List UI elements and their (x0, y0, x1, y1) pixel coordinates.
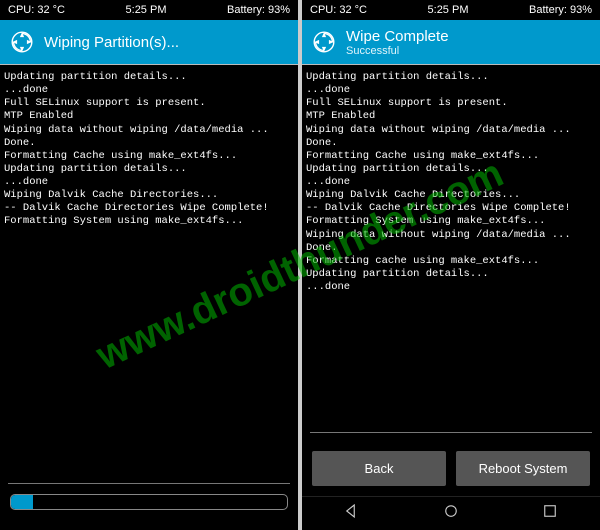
phone-right-complete: CPU: 32 °C 5:25 PM Battery: 93% Wipe Com… (302, 0, 600, 530)
nav-recent-icon[interactable] (541, 502, 559, 525)
phone-left-wiping: CPU: 32 °C 5:25 PM Battery: 93% Wiping P… (0, 0, 298, 530)
divider (8, 483, 290, 484)
nav-home-icon[interactable] (442, 502, 460, 525)
status-time: 5:25 PM (126, 4, 167, 16)
terminal-output: Updating partition details... ...done Fu… (302, 65, 600, 432)
header: Wipe Complete Successful (302, 20, 600, 64)
android-navbar (302, 496, 600, 530)
status-time: 5:25 PM (428, 4, 469, 16)
status-cpu: CPU: 32 °C (8, 4, 65, 16)
statusbar: CPU: 32 °C 5:25 PM Battery: 93% (302, 0, 600, 20)
header: Wiping Partition(s)... (0, 20, 298, 64)
button-row: Back Reboot System (302, 443, 600, 496)
status-cpu: CPU: 32 °C (310, 4, 367, 16)
progress-area (0, 494, 298, 530)
status-battery: Battery: 93% (529, 4, 592, 16)
back-button[interactable]: Back (312, 451, 446, 486)
reboot-system-button[interactable]: Reboot System (456, 451, 590, 486)
statusbar: CPU: 32 °C 5:25 PM Battery: 93% (0, 0, 298, 20)
twrp-logo-icon (8, 28, 36, 56)
page-subtitle: Successful (346, 45, 449, 57)
divider (310, 432, 592, 433)
nav-back-icon[interactable] (343, 502, 361, 525)
terminal-output: Updating partition details... ...done Fu… (0, 65, 298, 483)
page-title: Wiping Partition(s)... (44, 34, 179, 51)
twrp-logo-icon (310, 28, 338, 56)
progress-bar (10, 494, 288, 510)
status-battery: Battery: 93% (227, 4, 290, 16)
page-title: Wipe Complete (346, 28, 449, 45)
